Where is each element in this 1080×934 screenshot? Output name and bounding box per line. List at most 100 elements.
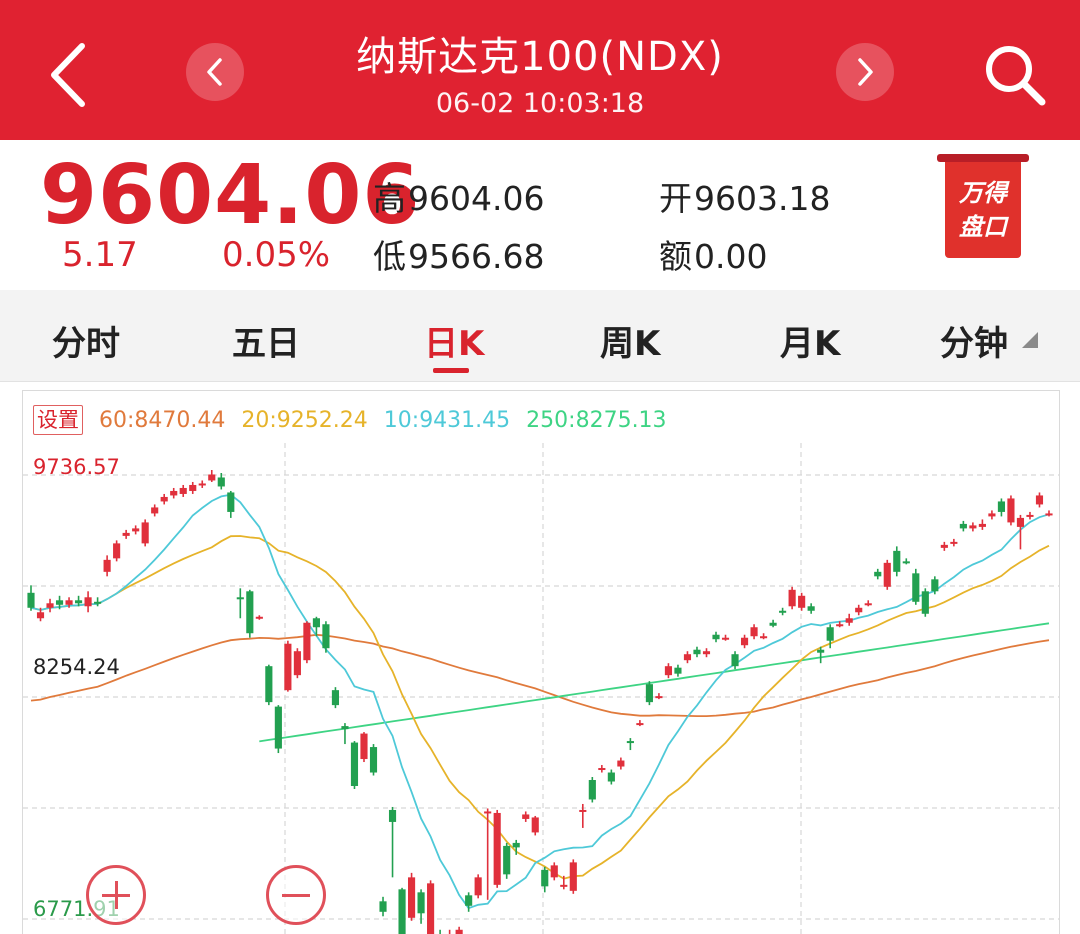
- candle-down: [693, 649, 701, 655]
- candle-down: [75, 600, 83, 604]
- candle-up: [484, 811, 492, 814]
- tab-minute[interactable]: 分钟: [940, 316, 1008, 365]
- stat-value: 0.00: [694, 237, 768, 276]
- candle-up: [1016, 517, 1025, 527]
- candle-down: [769, 622, 777, 626]
- candle-up: [208, 474, 216, 481]
- price-change: 5.17: [62, 235, 138, 275]
- candle-up: [598, 768, 606, 771]
- candle-up: [740, 637, 749, 646]
- candle-up: [427, 883, 435, 934]
- candle-down: [94, 601, 102, 604]
- candle-up: [293, 651, 301, 676]
- tab-five-day[interactable]: 五日: [232, 316, 300, 365]
- active-tab-indicator: [433, 368, 469, 373]
- candle-down: [350, 742, 359, 786]
- tab-monthly-k[interactable]: 月K: [780, 316, 840, 365]
- candle-up: [455, 929, 463, 934]
- candle-up: [284, 643, 292, 691]
- ma250-label: 250:8275.13: [526, 407, 667, 433]
- stat-high: 高9604.06: [373, 172, 544, 220]
- stat-label: 低: [373, 237, 406, 276]
- candle-up: [760, 636, 768, 639]
- candle-up: [836, 624, 844, 627]
- candle-up: [855, 607, 863, 613]
- zoom-out-button[interactable]: [266, 865, 326, 925]
- candle-up: [702, 651, 711, 655]
- candle-up: [1026, 514, 1034, 517]
- tab-intraday[interactable]: 分时: [52, 316, 120, 365]
- stat-value: 9603.18: [694, 179, 831, 218]
- ma-legend: 设置 60:8470.44 20:9252.24 10:9431.45 250:…: [33, 405, 667, 435]
- candle-down: [369, 747, 378, 773]
- candle-up: [141, 522, 149, 544]
- candle-down: [312, 618, 320, 628]
- candle-down: [388, 809, 397, 822]
- candle-down: [217, 477, 225, 487]
- candle-up: [103, 559, 111, 572]
- candle-up: [560, 884, 568, 887]
- candle-up: [36, 612, 45, 619]
- zoom-in-icon-vertical: [114, 881, 118, 909]
- kline-chart[interactable]: 设置 60:8470.44 20:9252.24 10:9431.45 250:…: [22, 390, 1060, 934]
- candle-up: [579, 809, 587, 812]
- update-time: 06-02 10:03:18: [435, 88, 645, 119]
- candle-up: [950, 541, 958, 544]
- candle-down: [55, 600, 64, 605]
- candle-up: [113, 543, 121, 559]
- candle-up: [636, 723, 644, 726]
- candle-down: [779, 610, 787, 613]
- candle-up: [655, 696, 663, 699]
- candle-down: [626, 741, 634, 744]
- stat-label: 额: [659, 237, 692, 276]
- candle-up: [1045, 513, 1053, 516]
- candle-down: [274, 706, 282, 749]
- candle-down: [912, 573, 920, 602]
- candle-down: [398, 889, 406, 934]
- candle-up: [151, 507, 159, 514]
- kline-svg: [23, 443, 1059, 934]
- candle-up: [360, 733, 368, 760]
- dropdown-triangle-icon[interactable]: [1022, 332, 1038, 348]
- zoom-in-button[interactable]: [86, 865, 146, 925]
- ma20-line: [30, 535, 1050, 880]
- badge-line-1: 万得: [959, 179, 1007, 207]
- candle-down: [902, 561, 910, 564]
- candle-up: [940, 544, 948, 548]
- candle-down: [588, 780, 596, 800]
- tab-weekly-k[interactable]: 周K: [600, 316, 660, 365]
- period-tabs: 分时 五日 日K 周K 月K 分钟: [0, 290, 1080, 382]
- search-button[interactable]: [975, 35, 1055, 115]
- candle-up: [84, 597, 92, 607]
- candle-down: [246, 591, 254, 634]
- candle-down: [817, 649, 825, 653]
- candle-up: [65, 600, 73, 605]
- price-change-percent: 0.05%: [222, 235, 331, 275]
- candle-down: [997, 501, 1005, 512]
- stat-value: 9604.06: [408, 179, 545, 218]
- candle-up: [788, 589, 796, 607]
- ma20-label: 20:9252.24: [241, 407, 368, 433]
- candle-down: [731, 654, 739, 667]
- candle-up: [750, 627, 758, 637]
- app-root: 纳斯达克100(NDX) 06-02 10:03:18 9604.06 5.17…: [0, 0, 1080, 934]
- candle-down: [227, 492, 235, 512]
- candle-down: [379, 901, 387, 912]
- candle-down: [541, 869, 549, 887]
- badge-line-2: 盘口: [959, 213, 1007, 241]
- stat-label: 开: [659, 179, 692, 218]
- tab-daily-k[interactable]: 日K: [424, 316, 484, 365]
- chart-settings-button[interactable]: 设置: [33, 405, 83, 435]
- quote-panel: 9604.06 5.17 0.05% 高9604.06 低9566.68 开96…: [0, 140, 1080, 290]
- wind-orderbook-button[interactable]: 万得 盘口: [937, 154, 1029, 258]
- ma60-label: 60:8470.44: [99, 407, 226, 433]
- candle-up: [617, 760, 625, 767]
- wind-badge: 万得 盘口: [945, 162, 1021, 258]
- next-index-button[interactable]: [836, 43, 894, 101]
- candle-up: [531, 817, 539, 833]
- candle-up: [122, 532, 130, 536]
- stat-amount: 额0.00: [659, 230, 767, 278]
- ma10-label: 10:9431.45: [383, 407, 511, 433]
- last-price: 9604.06: [40, 148, 421, 243]
- candle-down: [236, 597, 244, 600]
